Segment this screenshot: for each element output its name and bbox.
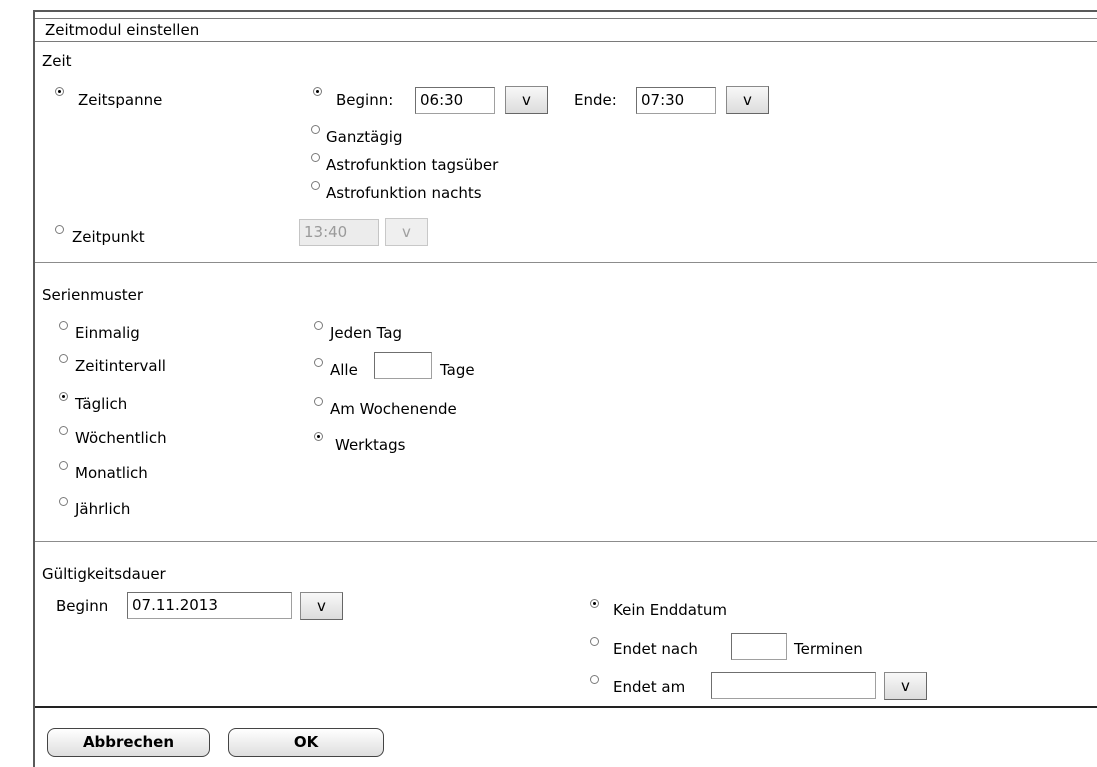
endet-am-label: Endet am [613, 678, 686, 696]
alle-tage-input[interactable] [374, 352, 432, 379]
werktags-radio[interactable] [314, 432, 323, 441]
dialog-frame [33, 10, 1097, 767]
zeitintervall-radio[interactable] [59, 354, 68, 363]
endet-nach-input[interactable] [731, 633, 787, 660]
ende-time-picker-button[interactable]: v [726, 86, 769, 114]
ganztaegig-label: Ganztägig [326, 128, 403, 146]
werktags-label: Werktags [335, 436, 406, 454]
ganztaegig-radio[interactable] [311, 125, 320, 134]
ok-button[interactable]: OK [228, 728, 384, 757]
tage-label: Tage [440, 361, 475, 379]
serienmuster-heading: Serienmuster [42, 286, 144, 304]
alle-radio[interactable] [314, 358, 323, 367]
gueltigkeit-heading: Gültigkeitsdauer [42, 565, 166, 583]
astro-nacht-radio[interactable] [311, 181, 320, 190]
woechentlich-radio[interactable] [59, 426, 68, 435]
wochenende-label: Am Wochenende [330, 400, 457, 418]
jaehrlich-label: Jährlich [75, 500, 131, 518]
jeden-tag-label: Jeden Tag [330, 324, 403, 342]
jaehrlich-radio[interactable] [59, 497, 68, 506]
astro-tag-label: Astrofunktion tagsüber [326, 156, 499, 174]
jeden-tag-radio[interactable] [314, 321, 323, 330]
endet-am-radio[interactable] [590, 675, 599, 684]
divider-footer [35, 706, 1097, 708]
zeitpunkt-picker-button[interactable]: v [385, 218, 428, 246]
taeglich-label: Täglich [75, 395, 128, 413]
beginn-time-input[interactable]: 06:30 [415, 87, 495, 114]
endet-am-picker-button[interactable]: v [884, 672, 927, 700]
wochenende-radio[interactable] [314, 397, 323, 406]
gueltigkeit-beginn-picker-button[interactable]: v [300, 592, 343, 620]
beginn-time-label: Beginn: [336, 91, 394, 109]
zeit-heading: Zeit [42, 52, 72, 70]
ende-time-label: Ende: [574, 91, 617, 109]
divider-zeit [35, 262, 1097, 263]
einmalig-label: Einmalig [75, 324, 140, 342]
kein-enddatum-label: Kein Enddatum [613, 601, 727, 619]
astro-nacht-label: Astrofunktion nachts [326, 184, 482, 202]
zeitpunkt-radio[interactable] [55, 225, 64, 234]
endet-am-input[interactable] [711, 672, 876, 699]
woechentlich-label: Wöchentlich [75, 429, 167, 447]
dialog-title: Zeitmodul einstellen [45, 21, 200, 39]
kein-enddatum-radio[interactable] [590, 599, 599, 608]
zeitpunkt-label: Zeitpunkt [72, 228, 145, 246]
einmalig-radio[interactable] [59, 321, 68, 330]
endet-nach-radio[interactable] [590, 637, 599, 646]
zeitintervall-label: Zeitintervall [75, 357, 166, 375]
zeitpunkt-input[interactable]: 13:40 [299, 219, 379, 246]
cancel-button[interactable]: Abbrechen [47, 728, 210, 757]
ende-time-input[interactable]: 07:30 [636, 87, 716, 114]
monatlich-label: Monatlich [75, 464, 148, 482]
beginn-time-radio[interactable] [313, 87, 322, 96]
beginn-time-picker-button[interactable]: v [505, 86, 548, 114]
divider-serienmuster [35, 541, 1097, 542]
zeitspanne-label: Zeitspanne [78, 91, 163, 109]
endet-nach-label: Endet nach [613, 640, 698, 658]
alle-label: Alle [330, 361, 358, 379]
gueltigkeit-beginn-input[interactable]: 07.11.2013 [127, 592, 292, 619]
astro-tag-radio[interactable] [311, 153, 320, 162]
monatlich-radio[interactable] [59, 461, 68, 470]
zeitspanne-radio[interactable] [55, 87, 64, 96]
terminen-label: Terminen [794, 640, 863, 658]
gueltigkeit-beginn-label: Beginn [56, 597, 109, 615]
taeglich-radio[interactable] [59, 392, 68, 401]
